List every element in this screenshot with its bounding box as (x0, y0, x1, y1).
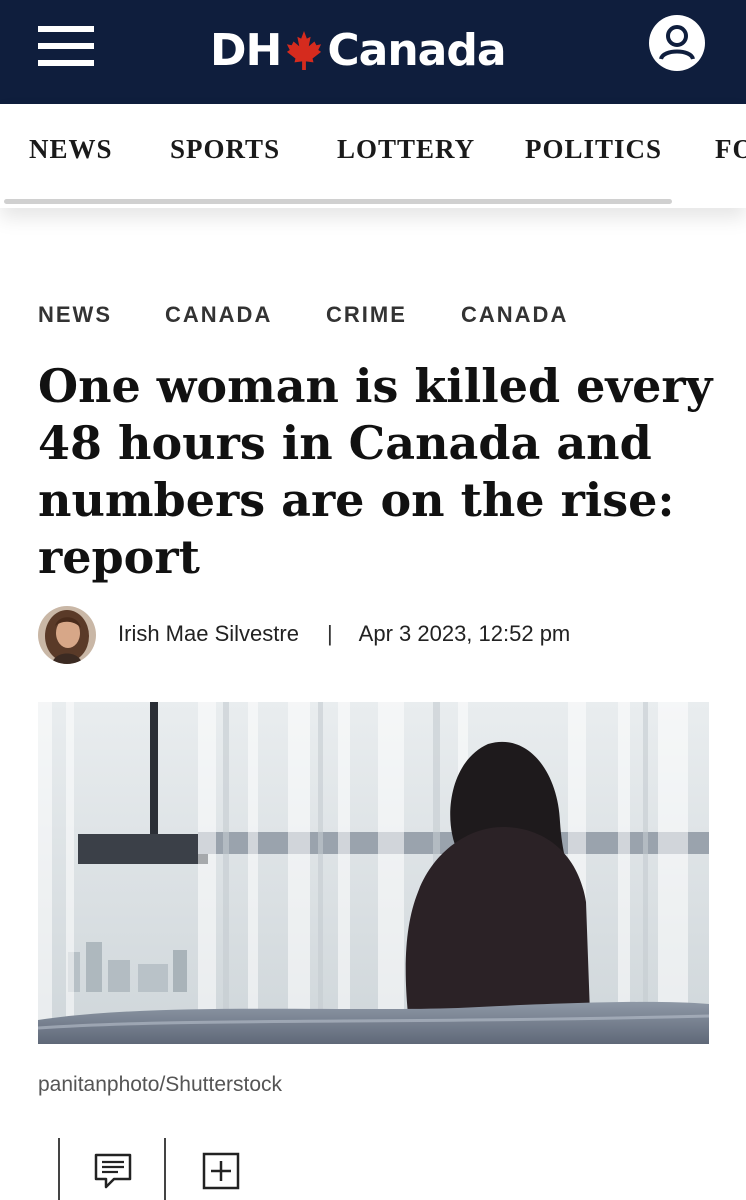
photo-credit: panitanphoto/Shutterstock (38, 1073, 283, 1096)
site-header: DH Canada (0, 0, 746, 104)
nav-item-lottery[interactable]: LOTTERY (337, 134, 475, 165)
nav-scrollbar[interactable] (4, 199, 672, 204)
hamburger-menu-icon[interactable] (38, 26, 94, 66)
tool-divider-left (58, 1138, 60, 1200)
nav-item-politics[interactable]: POLITICS (525, 134, 662, 165)
user-account-icon[interactable] (648, 14, 706, 72)
tag-canada[interactable]: CANADA (165, 302, 272, 328)
section-nav: NEWS SPORTS LOTTERY POLITICS FOOD (0, 104, 746, 208)
nav-item-news[interactable]: NEWS (29, 134, 113, 165)
article-photo (38, 702, 709, 1044)
byline: Irish Mae Silvestre | Apr 3 2023, 12:52 … (118, 621, 570, 647)
maple-leaf-icon (287, 31, 322, 70)
author-avatar[interactable] (38, 606, 96, 664)
article-headline: One woman is killed every 48 hours in Ca… (38, 359, 713, 584)
logo-text-dh: DH (210, 24, 282, 76)
tag-canada-2[interactable]: CANADA (461, 302, 568, 328)
site-logo[interactable]: DH Canada (210, 22, 507, 78)
byline-separator: | (326, 621, 333, 646)
logo-text-canada: Canada (327, 24, 506, 76)
nav-item-sports[interactable]: SPORTS (170, 134, 280, 165)
tag-crime[interactable]: CRIME (326, 302, 407, 328)
comment-icon[interactable] (92, 1150, 134, 1192)
nav-item-food[interactable]: FOOD (715, 134, 746, 165)
tool-divider-middle (164, 1138, 166, 1200)
tag-news[interactable]: NEWS (38, 302, 112, 328)
publish-date: Apr 3 2023, 12:52 pm (358, 621, 571, 646)
author-name[interactable]: Irish Mae Silvestre (118, 621, 299, 647)
add-icon[interactable] (200, 1150, 242, 1192)
